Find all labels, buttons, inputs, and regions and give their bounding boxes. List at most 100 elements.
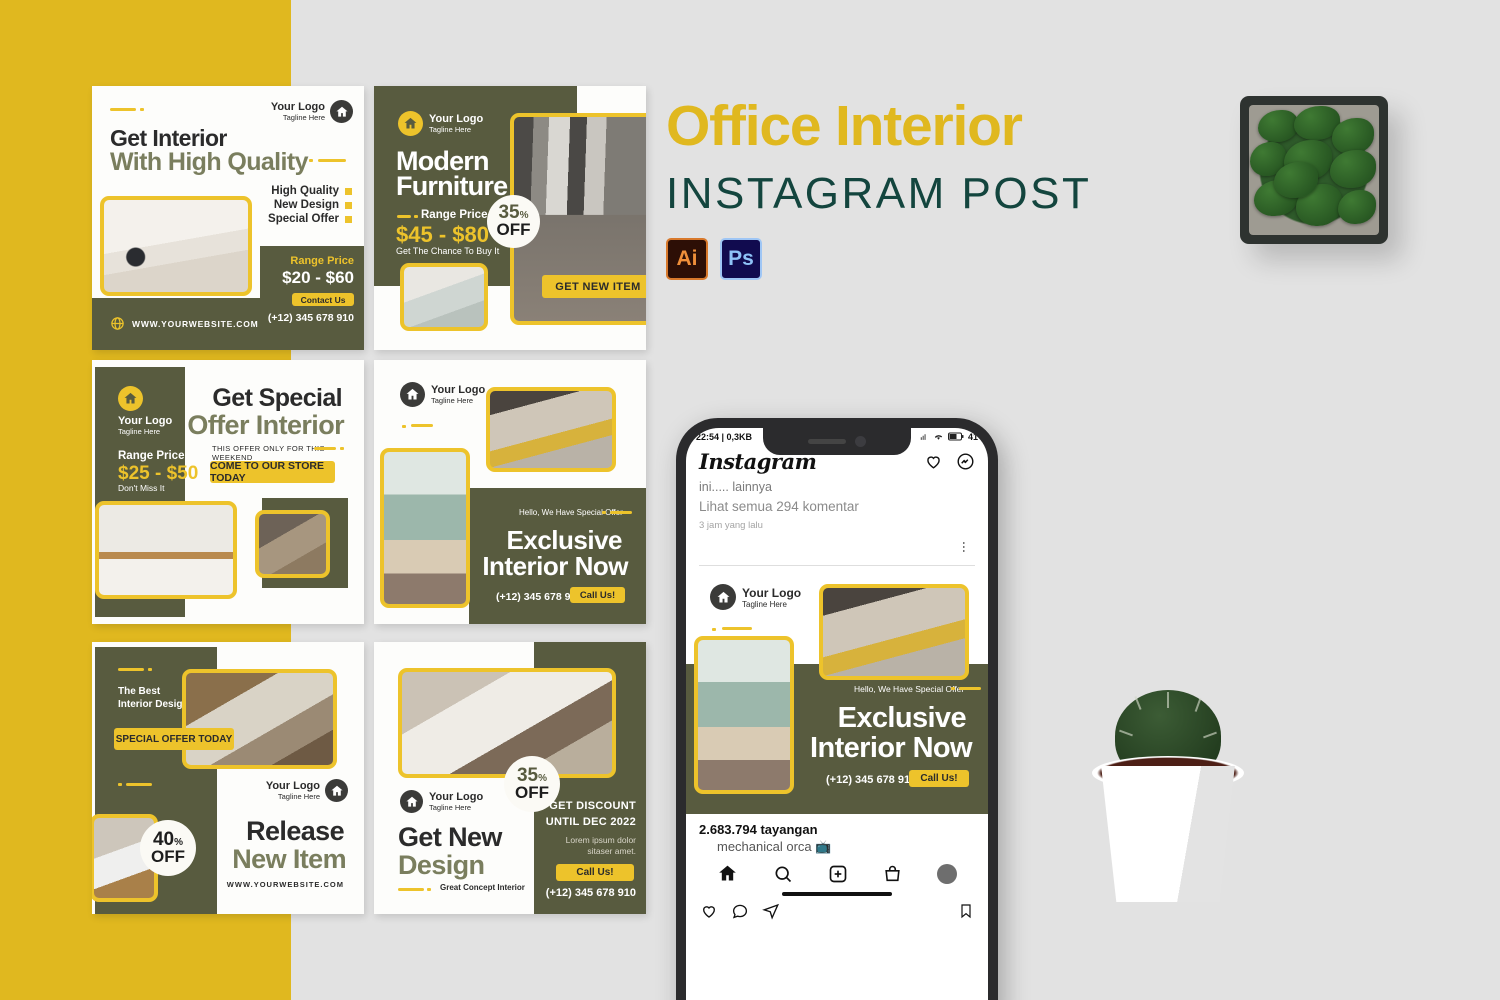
call-us-button[interactable]: Call Us! [556, 864, 634, 881]
bookmark-icon[interactable] [958, 902, 974, 920]
bullet-square [345, 187, 352, 195]
logo-tagline: Tagline Here [742, 599, 787, 609]
comment-icon[interactable] [731, 902, 749, 920]
battery-icon [947, 432, 964, 441]
card-modern-furniture[interactable]: Your Logo Tagline Here Modern Furniture … [374, 86, 646, 350]
photo-couch-dog [380, 448, 470, 608]
cactus-pot [1101, 766, 1235, 902]
post-caption: mechanical orca 📺 [717, 839, 832, 854]
profile-avatar[interactable] [936, 863, 957, 884]
feature-item: New Design [273, 199, 339, 211]
phone-number: (+12) 345 678 910 [826, 774, 917, 786]
logo-block: Your Logo Tagline Here [710, 584, 801, 610]
discount-word: OFF [515, 782, 549, 802]
more-options-icon[interactable]: ⋯ [957, 541, 971, 554]
accent-dash [118, 668, 144, 671]
card-title-line1: Get Special [212, 384, 342, 412]
kicker-line1: The Best [118, 686, 161, 697]
heart-icon[interactable] [924, 452, 943, 471]
photo-bedroom-luxury [398, 668, 616, 778]
photo-couch-dog [694, 636, 794, 794]
photo-desk-interior [100, 196, 252, 296]
logo-name: Your Logo [431, 384, 486, 396]
accent-dot [148, 668, 152, 671]
accent-dot [602, 511, 606, 514]
website-url: WWW.YOURWEBSITE.COM [226, 880, 344, 889]
get-new-item-button[interactable]: GET NEW ITEM [542, 275, 646, 298]
feature-list: High Quality New Design Special Offer [268, 185, 352, 225]
price-value: $20 - $60 [282, 268, 354, 287]
headline-block: Office Interior INSTAGRAM POST Ai Ps [666, 98, 1091, 280]
feature-item: High Quality [271, 185, 339, 197]
call-us-button[interactable]: Call Us! [909, 770, 969, 787]
cactus-spine [1134, 696, 1142, 710]
comment-count[interactable]: Lihat semua 294 komentar [699, 499, 975, 514]
accent-dash [722, 627, 752, 630]
card-release-new-item[interactable]: The Best Interior Design SPECIAL OFFER T… [92, 642, 364, 914]
post-title-line1: Exclusive [837, 702, 967, 734]
comment-timestamp: 3 jam yang lalu [699, 520, 763, 531]
card-title-line2: With High Quality [110, 148, 309, 176]
card-get-new-design[interactable]: 35 % OFF Your Logo Tagline Here Get New … [374, 642, 646, 914]
photo-kitchen [255, 510, 330, 578]
adobe-illustrator-icon: Ai [666, 238, 708, 280]
logo-name: Your Logo [429, 791, 484, 803]
price-label: Range Price [421, 209, 488, 221]
house-icon [330, 100, 353, 123]
cactus-spine [1119, 729, 1133, 737]
card-title-line1: Release [246, 816, 344, 846]
search-icon[interactable] [773, 864, 793, 884]
card-get-interior[interactable]: Your Logo Tagline Here Get Interior With… [92, 86, 364, 350]
page-subtitle: INSTAGRAM POST [666, 169, 1092, 218]
home-icon[interactable] [717, 863, 738, 884]
price-sub: Don't Miss It [118, 483, 165, 493]
call-us-button[interactable]: Call Us! [570, 587, 625, 603]
card-exclusive-interior[interactable]: Your Logo Tagline Here Hello, We Have Sp… [374, 360, 646, 624]
logo-name: Your Logo [118, 415, 173, 427]
post-action-bar[interactable] [686, 902, 988, 926]
logo-block: Your Logo Tagline Here [266, 779, 348, 802]
card-title-line2: Offer Interior [187, 410, 344, 440]
house-icon [710, 584, 736, 610]
instagram-post[interactable]: Your Logo Tagline Here Hello, We Have Sp… [686, 566, 988, 814]
add-post-icon[interactable] [828, 864, 848, 884]
front-camera [855, 436, 866, 447]
price-value: $25 - $50 [118, 463, 199, 484]
accent-dot [402, 425, 406, 428]
cactus-spine [1203, 731, 1217, 739]
square-potted-plant [1240, 96, 1388, 244]
bottom-tab-bar[interactable] [686, 855, 988, 888]
accent-dash [959, 687, 981, 690]
price-label: Range Price [290, 255, 354, 267]
logo-name: Your Logo [270, 101, 325, 113]
messenger-icon[interactable] [956, 452, 975, 471]
globe-icon [111, 317, 124, 330]
logo-tagline: Tagline Here [118, 427, 161, 436]
price-label: Range Price [118, 450, 185, 462]
card-title-line1: Get New [398, 822, 502, 852]
house-icon [400, 382, 425, 407]
lorem-line1: Lorem ipsum dolor [565, 835, 636, 845]
contact-us-button[interactable]: Contact Us [292, 293, 354, 306]
price-value: $45 - $80 [396, 222, 489, 247]
logo-block: Your Logo Tagline Here [400, 790, 483, 813]
shop-icon[interactable] [883, 864, 902, 884]
post-title-line2: Interior Now [810, 732, 973, 764]
logo-tagline: Tagline Here [431, 396, 474, 405]
photo-table [95, 501, 237, 599]
store-cta-button[interactable]: COME TO OUR STORE TODAY [210, 460, 335, 484]
discount-unit: % [538, 772, 548, 784]
accent-dot [340, 447, 344, 450]
accent-dash [398, 888, 424, 891]
promo-line1: GET DISCOUNT [549, 800, 636, 812]
bullet-square [345, 201, 352, 209]
heart-icon[interactable] [700, 902, 718, 920]
card-special-offer[interactable]: Your Logo Tagline Here Range Price $25 -… [92, 360, 364, 624]
page-title: Office Interior [666, 94, 1023, 158]
kicker: Hello, We Have Special Offer [519, 508, 623, 517]
logo-name: Your Logo [742, 585, 802, 600]
wifi-icon [934, 435, 943, 440]
software-badges: Ai Ps [666, 238, 1091, 280]
share-icon[interactable] [762, 902, 780, 920]
discount-badge: 40 % OFF [140, 820, 196, 876]
